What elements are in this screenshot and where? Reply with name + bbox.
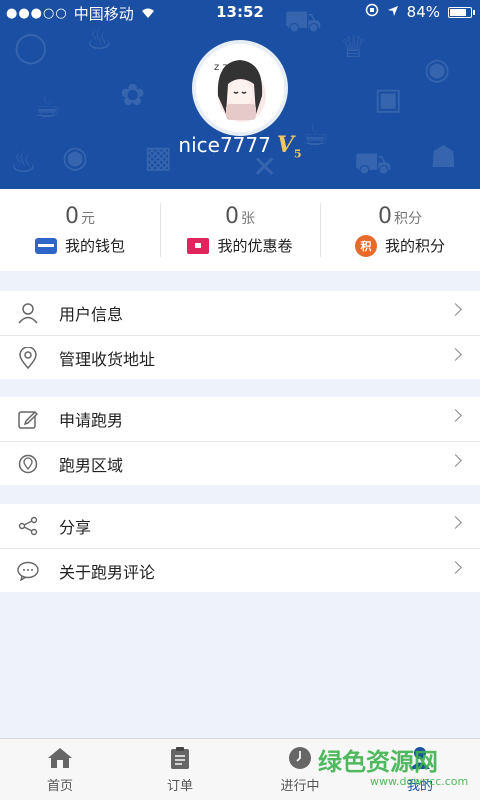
coupon-unit: 张 [241, 211, 255, 227]
status-bar: ●●●○○ 中国移动 13:52 84% [0, 0, 480, 24]
clock-icon [287, 745, 313, 771]
coupon-value: 0 [225, 204, 239, 229]
coupon-label: 我的优惠卷 [217, 237, 293, 255]
bag-decor-icon: ▣ [374, 82, 403, 117]
menu-item-comments[interactable]: 关于跑男评论 [0, 548, 480, 592]
share-icon [17, 515, 39, 537]
coffee-decor-icon: ☕ [34, 90, 61, 125]
tab-label: 进行中 [280, 779, 320, 794]
clipboard-icon [167, 745, 193, 771]
food-decor-icon: ✿ [120, 78, 146, 113]
wine-decor-icon: ♕ [340, 30, 367, 65]
profile-header: ◯ ♨ ☕ ✿ ♨ ◉ ▩ ⛟ ♕ ◉ ▣ ☕ ⛟ ☗ ✕ ●●●○○ 中国移动… [0, 0, 480, 189]
bbq-decor-icon: ♨ [86, 22, 113, 57]
wallet-unit: 元 [81, 211, 95, 227]
chevron-right-icon [449, 303, 462, 316]
lock-rotation-icon [365, 3, 379, 21]
home-icon [47, 745, 73, 771]
tab-label: 订单 [166, 779, 193, 794]
menu-item-runner-area[interactable]: 跑男区域 [0, 441, 480, 485]
menu-group-social: 分享 关于跑男评论 [0, 504, 480, 592]
chevron-right-icon [449, 561, 462, 574]
menu-group-account: 用户信息 管理收货地址 [0, 291, 480, 379]
menu-item-label: 管理收货地址 [59, 349, 156, 369]
apple-decor-icon: ◯ [14, 30, 48, 65]
menu-item-user-info[interactable]: 用户信息 [0, 291, 480, 335]
username: nice7777 [178, 133, 271, 157]
location-pin-icon [17, 346, 39, 369]
battery-percent: 84% [406, 3, 440, 21]
chevron-right-icon [449, 348, 462, 361]
chevron-right-icon [449, 516, 462, 529]
tab-label: 首页 [46, 779, 73, 794]
menu-item-label: 申请跑男 [59, 411, 124, 430]
chevron-right-icon [449, 409, 462, 422]
points-icon: 积 [354, 234, 377, 257]
user-icon [17, 302, 39, 324]
watermark: 绿色资源网 www.downcc.com [318, 742, 468, 788]
menu-item-share[interactable]: 分享 [0, 504, 480, 548]
location-arrow-icon [387, 3, 399, 21]
chevron-right-icon [449, 454, 462, 467]
edit-icon [17, 408, 39, 430]
battery-icon [448, 6, 475, 18]
coupon-icon [187, 237, 210, 254]
menu-item-address[interactable]: 管理收货地址 [0, 335, 480, 379]
coupon-stat[interactable]: 0张 我的优惠卷 [160, 189, 320, 271]
tab-orders[interactable]: 订单 [120, 739, 240, 800]
bowl-decor-icon: ◉ [424, 52, 451, 87]
svg-text:z z: z z [214, 62, 228, 73]
watermark-url: www.downcc.com [370, 775, 469, 788]
points-label: 我的积分 [384, 237, 445, 255]
menu-item-label: 跑男区域 [59, 455, 124, 475]
points-value: 0 [378, 203, 392, 229]
points-unit: 积分 [394, 210, 422, 227]
menu-group-runner: 申请跑男 跑男区域 [0, 397, 480, 485]
wallet-value: 0 [65, 204, 79, 229]
menu-item-label: 关于跑男评论 [59, 562, 156, 582]
tab-home[interactable]: 首页 [0, 739, 120, 800]
menu-item-apply-runner[interactable]: 申请跑男 [0, 397, 480, 441]
menu-item-label: 用户信息 [59, 305, 124, 324]
watermark-title: 绿色资源网 [318, 748, 438, 776]
vip-badge: V5 [276, 132, 302, 161]
avatar[interactable]: z z [192, 40, 288, 136]
menu-item-label: 分享 [59, 518, 92, 537]
comment-icon [17, 560, 39, 582]
area-pin-icon [17, 453, 39, 475]
wallet-label: 我的钱包 [64, 237, 125, 255]
account-stats: 0元 我的钱包 0张 我的优惠卷 0 积分 积我的积分 [0, 189, 480, 271]
wallet-stat[interactable]: 0元 我的钱包 [0, 189, 160, 271]
wallet-icon [34, 237, 57, 254]
points-stat[interactable]: 0 积分 积我的积分 [320, 189, 480, 271]
